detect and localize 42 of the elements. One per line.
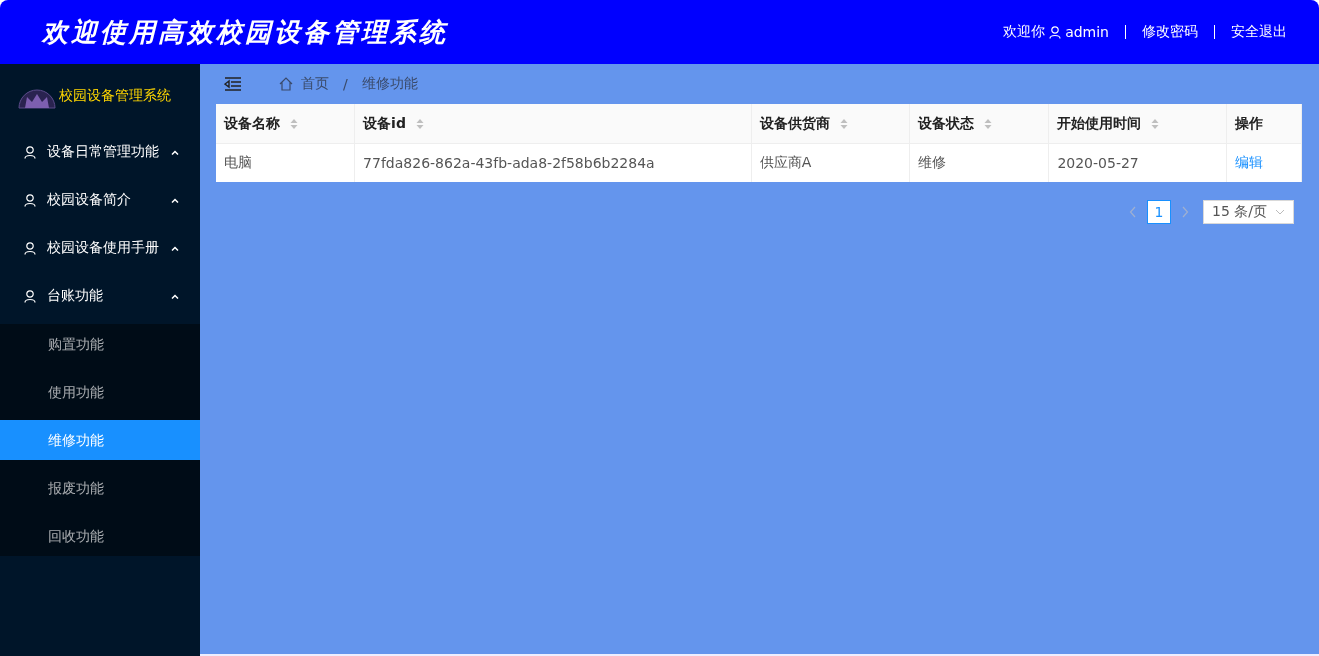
menu-fold-icon: [224, 77, 241, 91]
column-header[interactable]: 设备名称: [216, 104, 355, 144]
menu-item[interactable]: 校园设备简介: [0, 176, 200, 224]
logo-text: 校园设备管理系统: [59, 87, 171, 105]
next-page-icon[interactable]: [1181, 206, 1189, 218]
caret-icon: [171, 197, 179, 203]
header-link[interactable]: 修改密码: [1142, 23, 1198, 41]
user-icon: [1049, 25, 1062, 39]
submenu-item[interactable]: 使用功能: [0, 372, 200, 412]
menu-item[interactable]: 校园设备使用手册: [0, 224, 200, 272]
chevron-down-icon: [1275, 209, 1285, 215]
user-icon: [24, 241, 36, 255]
submenu-item[interactable]: 购置功能: [0, 324, 200, 364]
page-size-select[interactable]: 15 条/页: [1203, 200, 1294, 224]
table-cell: 77fda826-862a-43fb-ada8-2f58b6b2284a: [354, 143, 752, 182]
header-link[interactable]: 安全退出: [1231, 23, 1287, 41]
caret-icon: [171, 293, 179, 299]
submenu-item[interactable]: 报废功能: [0, 468, 200, 508]
table-cell: 维修: [909, 143, 1049, 182]
welcome-text: 欢迎你: [1003, 23, 1046, 41]
breadcrumb-separator: /: [343, 76, 348, 92]
home-icon: [279, 77, 293, 91]
menu-item[interactable]: 设备日常管理功能: [0, 128, 200, 176]
menu-item[interactable]: 台账功能: [0, 272, 200, 320]
user-icon: [24, 193, 36, 207]
table-cell: 2020-05-27: [1048, 143, 1227, 182]
column-header[interactable]: 设备供货商: [751, 104, 910, 144]
username: admin: [1065, 24, 1109, 40]
caret-icon: [171, 149, 179, 155]
column-header[interactable]: 操作: [1226, 104, 1302, 144]
breadcrumb-item: 维修功能: [361, 75, 418, 93]
column-header[interactable]: 设备id: [354, 104, 752, 144]
app-title: 欢迎使用高效校园设备管理系统: [42, 15, 448, 49]
prev-page-icon[interactable]: [1129, 206, 1137, 218]
submenu-item[interactable]: 回收功能: [0, 516, 200, 556]
user-icon: [24, 289, 36, 303]
table-cell: 供应商A: [751, 143, 910, 182]
column-header[interactable]: 开始使用时间: [1048, 104, 1227, 144]
caret-icon: [171, 245, 179, 251]
column-header[interactable]: 设备状态: [909, 104, 1049, 144]
user-icon: [24, 145, 36, 159]
table-cell: 电脑: [216, 143, 355, 182]
